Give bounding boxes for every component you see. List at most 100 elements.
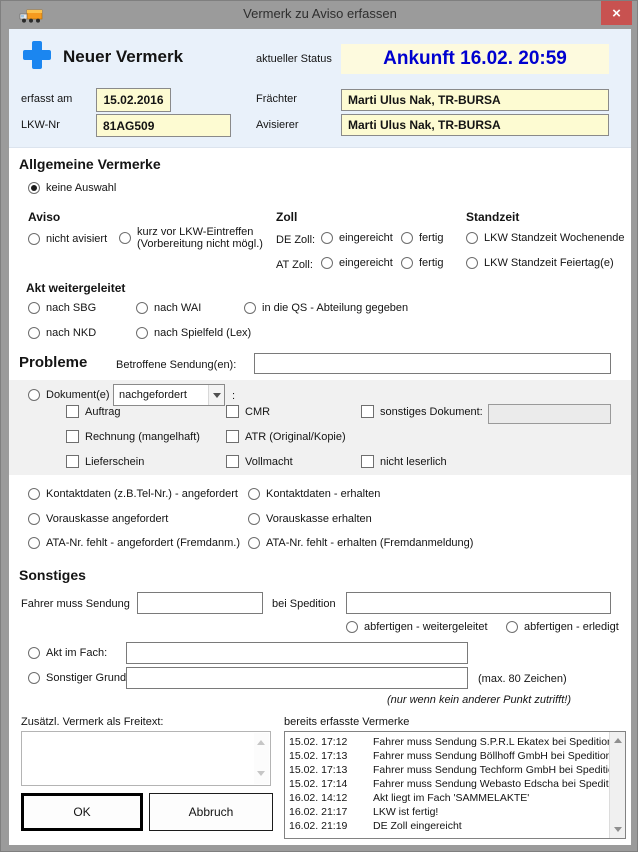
list-item[interactable]: 16.02. 21:19 DE Zoll eingereicht [289, 819, 609, 833]
erfasste-vermerke-label: bereits erfasste Vermerke [284, 716, 409, 728]
textarea-scrollbar[interactable] [254, 733, 269, 784]
betroffene-sendungen-input[interactable] [254, 353, 611, 374]
at-zoll-label: AT Zoll: [276, 259, 313, 271]
radio-icon [346, 621, 358, 633]
list-scrollbar[interactable] [609, 732, 625, 838]
radio-icon [28, 537, 40, 549]
checkbox-lieferschein[interactable]: Lieferschein [66, 455, 144, 468]
radio-qs-abteilung[interactable]: in die QS - Abteilung gegeben [244, 302, 408, 314]
radio-icon [28, 672, 40, 684]
checkbox-icon [361, 405, 374, 418]
radio-nach-sbg[interactable]: nach SBG [28, 302, 96, 314]
checkbox-icon [66, 430, 79, 443]
dialog-window: Vermerk zu Aviso erfassen × Neuer Vermer… [0, 0, 638, 852]
checkbox-vollmacht[interactable]: Vollmacht [226, 455, 293, 468]
radio-de-zoll-fertig[interactable]: fertig [401, 232, 443, 244]
list-item[interactable]: 16.02. 21:17 LKW ist fertig! [289, 805, 609, 819]
radio-kontaktdaten-erhalten[interactable]: Kontaktdaten - erhalten [248, 488, 380, 500]
fahrer-sendung-input[interactable] [137, 592, 263, 614]
list-item[interactable]: 15.02. 17:13 Fahrer muss Sendung Techfor… [289, 763, 609, 777]
radio-icon [321, 232, 333, 244]
erfasste-vermerke-list[interactable]: 15.02. 17:12 Fahrer muss Sendung S.P.R.L… [284, 731, 626, 839]
radio-nach-spielfeld[interactable]: nach Spielfeld (Lex) [136, 327, 251, 339]
checkbox-sonstiges-dokument[interactable]: sonstiges Dokument: [361, 405, 483, 418]
radio-abfertigen-erledigt[interactable]: abfertigen - erledigt [506, 621, 619, 633]
radio-dokumente[interactable]: Dokument(e) [28, 389, 110, 401]
radio-nicht-avisiert[interactable]: nicht avisiert [28, 233, 107, 245]
radio-icon [506, 621, 518, 633]
abbruch-button[interactable]: Abbruch [149, 793, 273, 831]
close-button[interactable]: × [601, 1, 632, 25]
status-label: aktueller Status [256, 53, 332, 65]
freitext-label: Zusätzl. Vermerk als Freitext: [21, 716, 163, 728]
akt-weitergeleitet-heading: Akt weitergeleitet [26, 281, 125, 295]
title-bar[interactable]: Vermerk zu Aviso erfassen × [1, 1, 638, 29]
aviso-heading: Aviso [28, 210, 60, 224]
lkw-nr-label: LKW-Nr [21, 119, 60, 131]
checkbox-atr[interactable]: ATR (Original/Kopie) [226, 430, 346, 443]
radio-akt-im-fach[interactable]: Akt im Fach: [28, 647, 107, 659]
radio-at-zoll-fertig[interactable]: fertig [401, 257, 443, 269]
radio-icon [321, 257, 333, 269]
akt-im-fach-input[interactable] [126, 642, 468, 664]
radio-icon [466, 257, 478, 269]
scroll-down-icon[interactable] [257, 771, 265, 776]
radio-de-zoll-eingereicht[interactable]: eingereicht [321, 232, 393, 244]
lkw-nr-field[interactable]: 81AG509 [96, 114, 231, 137]
radio-ata-erhalten[interactable]: ATA-Nr. fehlt - erhalten (Fremdanmeldung… [248, 537, 473, 549]
status-value: Ankunft 16.02. 20:59 [341, 44, 609, 74]
radio-vorauskasse-erhalten[interactable]: Vorauskasse erhalten [248, 513, 372, 525]
list-item[interactable]: 15.02. 17:12 Fahrer muss Sendung S.P.R.L… [289, 735, 609, 749]
radio-icon [28, 389, 40, 401]
fraechter-field[interactable]: Marti Ulus Nak, TR-BURSA [341, 89, 609, 111]
list-item[interactable]: 15.02. 17:14 Fahrer muss Sendung Webasto… [289, 777, 609, 791]
sonstiges-dokument-input[interactable] [488, 404, 611, 424]
dokumente-dropdown[interactable]: nachgefordert [113, 384, 225, 406]
checkbox-rechnung[interactable]: Rechnung (mangelhaft) [66, 430, 200, 443]
radio-standzeit-feiertag[interactable]: LKW Standzeit Feiertag(e) [466, 257, 614, 269]
radio-icon [119, 232, 131, 244]
radio-abfertigen-weitergeleitet[interactable]: abfertigen - weitergeleitet [346, 621, 488, 633]
radio-icon [136, 327, 148, 339]
radio-vorauskasse-angefordert[interactable]: Vorauskasse angefordert [28, 513, 168, 525]
radio-sonstiger-grund[interactable]: Sonstiger Grund: [28, 672, 129, 684]
ok-button[interactable]: OK [21, 793, 143, 831]
scroll-up-icon[interactable] [257, 740, 265, 745]
checkbox-auftrag[interactable]: Auftrag [66, 405, 120, 418]
erfasst-am-field[interactable]: 15.02.2016 [96, 88, 171, 112]
radio-icon [466, 232, 478, 244]
zoll-heading: Zoll [276, 210, 297, 224]
radio-at-zoll-eingereicht[interactable]: eingereicht [321, 257, 393, 269]
spedition-input[interactable] [346, 592, 611, 614]
radio-icon [28, 647, 40, 659]
radio-nach-nkd[interactable]: nach NKD [28, 327, 96, 339]
page-title: Neuer Vermerk [63, 47, 183, 67]
list-item[interactable]: 16.02. 14:12 Akt liegt im Fach 'SAMMELAK… [289, 791, 609, 805]
scroll-down-icon[interactable] [614, 827, 622, 832]
checkbox-icon [226, 455, 239, 468]
window-title: Vermerk zu Aviso erfassen [1, 6, 638, 21]
radio-nach-wai[interactable]: nach WAI [136, 302, 201, 314]
dokumente-colon: : [232, 390, 235, 402]
chevron-down-icon[interactable] [208, 385, 224, 405]
avisierer-field[interactable]: Marti Ulus Nak, TR-BURSA [341, 114, 609, 136]
allgemeine-vermerke-heading: Allgemeine Vermerke [19, 156, 161, 172]
checkbox-cmr[interactable]: CMR [226, 405, 270, 418]
radio-standzeit-wochenende[interactable]: LKW Standzeit Wochenende [466, 232, 624, 244]
radio-icon [28, 513, 40, 525]
radio-ata-angefordert[interactable]: ATA-Nr. fehlt - angefordert (Fremdanm.) [28, 537, 240, 549]
scroll-up-icon[interactable] [614, 738, 622, 743]
radio-kurz-vor-lkw-eintreffen[interactable]: kurz vor LKW-Eintreffen (Vorbereitung ni… [119, 226, 263, 250]
checkbox-nicht-leserlich[interactable]: nicht leserlich [361, 455, 447, 468]
checkbox-icon [66, 455, 79, 468]
list-item[interactable]: 15.02. 17:13 Fahrer muss Sendung Böllhof… [289, 749, 609, 763]
sonstiger-grund-input[interactable] [126, 667, 468, 689]
radio-icon [28, 233, 40, 245]
de-zoll-label: DE Zoll: [276, 234, 315, 246]
radio-icon [248, 513, 260, 525]
freitext-textarea[interactable] [21, 731, 271, 786]
radio-keine-auswahl[interactable]: keine Auswahl [28, 182, 116, 194]
radio-kontaktdaten-angefordert[interactable]: Kontaktdaten (z.B.Tel-Nr.) - angefordert [28, 488, 238, 500]
checkbox-icon [226, 405, 239, 418]
radio-icon [248, 488, 260, 500]
